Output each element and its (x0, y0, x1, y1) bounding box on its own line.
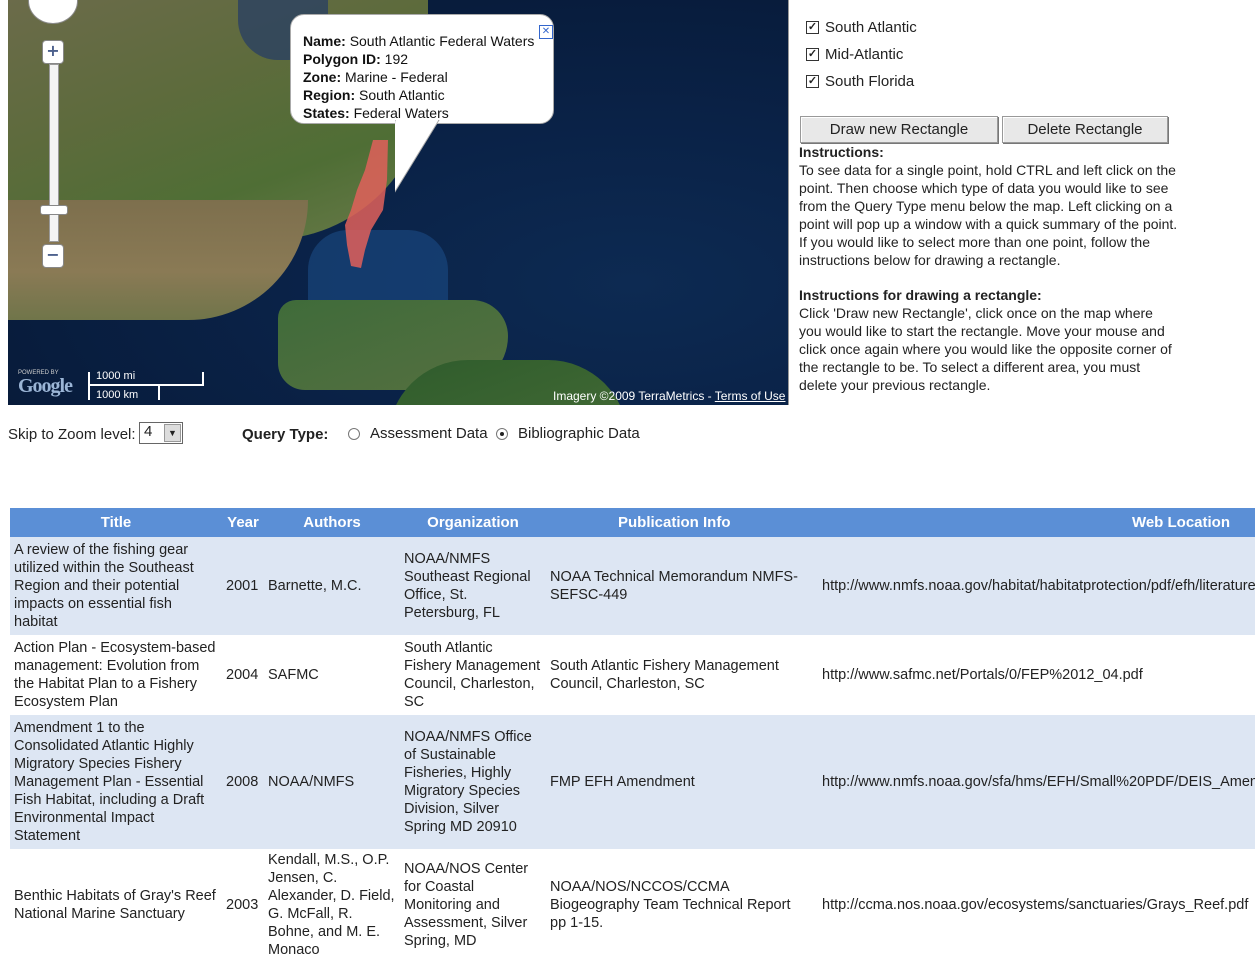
zoom-level-value: 4 (144, 423, 153, 440)
info-name: Name: South Atlantic Federal Waters (303, 33, 535, 49)
cell-title: Amendment 1 to the Consolidated Atlantic… (10, 715, 222, 849)
chevron-down-icon[interactable]: ▼ (164, 424, 181, 442)
delete-rectangle-button[interactable]: Delete Rectangle (1002, 116, 1168, 143)
cell-authors: Barnette, M.C. (264, 537, 400, 635)
cell-publication: FMP EFH Amendment (546, 715, 812, 849)
table-row: Benthic Habitats of Gray's Reef National… (10, 849, 1255, 961)
table-header-row: Title Year Authors Organization Publicat… (10, 508, 1255, 537)
info-polygon-id: Polygon ID: 192 (303, 51, 409, 67)
table-row: Action Plan - Ecosystem-based management… (10, 635, 1255, 715)
region-checkbox-south-florida[interactable]: ✓ South Florida (806, 68, 917, 95)
cell-authors: SAFMC (264, 635, 400, 715)
radio-bibliographic-data[interactable]: Bibliographic Data (496, 425, 640, 442)
region-checkboxes: ✓ South Atlantic ✓ Mid-Atlantic ✓ South Flo… (806, 14, 917, 95)
pan-control[interactable] (28, 0, 78, 24)
cell-web-location[interactable]: http://www.nmfs.noaa.gov/habitat/habitat… (812, 537, 1255, 635)
scale-km: 1000 km (96, 389, 139, 401)
results-table: Title Year Authors Organization Publicat… (10, 508, 1255, 961)
rectangle-instructions-heading: Instructions for drawing a rectangle: (799, 287, 1042, 303)
table-row: A review of the fishing gear utilized wi… (10, 537, 1255, 635)
instructions-heading: Instructions: (799, 144, 884, 160)
info-zone: Zone: Marine - Federal (303, 69, 448, 85)
instructions-panel: Instructions: To see data for a single p… (799, 143, 1179, 394)
zoom-control[interactable]: + − (28, 0, 78, 270)
radio-icon[interactable] (348, 427, 360, 440)
imagery-attribution: Imagery ©2009 TerraMetrics - Terms of Us… (553, 389, 785, 403)
cell-title: Action Plan - Ecosystem-based management… (10, 635, 222, 715)
column-header-title[interactable]: Title (10, 508, 222, 537)
map-info-window: Name: South Atlantic Federal Waters Poly… (290, 14, 554, 124)
checkbox-icon[interactable]: ✓ (806, 75, 819, 88)
cell-web-location[interactable]: http://www.safmc.net/Portals/0/FEP%2012_… (812, 635, 1255, 715)
scale-miles: 1000 mi (96, 370, 136, 382)
column-header-authors[interactable]: Authors (264, 508, 400, 537)
cell-year: 2001 (222, 537, 264, 635)
cell-publication: NOAA/NOS/NCCOS/CCMA Biogeography Team Te… (546, 849, 812, 961)
cell-publication: NOAA Technical Memorandum NMFS-SEFSC-449 (546, 537, 812, 635)
info-window-tail (395, 120, 440, 193)
zoom-slider-rail[interactable] (49, 64, 59, 242)
radio-selected-icon[interactable] (496, 427, 508, 440)
cell-year: 2003 (222, 849, 264, 961)
table-row: Amendment 1 to the Consolidated Atlantic… (10, 715, 1255, 849)
checkbox-icon[interactable]: ✓ (806, 48, 819, 61)
cell-year: 2008 (222, 715, 264, 849)
cell-title: A review of the fishing gear utilized wi… (10, 537, 222, 635)
cell-authors: Kendall, M.S., O.P. Jensen, C. Alexander… (264, 849, 400, 961)
cell-organization: NOAA/NOS Center for Coastal Monitoring a… (400, 849, 546, 961)
draw-rectangle-button[interactable]: Draw new Rectangle (800, 116, 998, 143)
instructions-body: To see data for a single point, hold CTR… (799, 162, 1178, 268)
zoom-level-label: Skip to Zoom level: (8, 426, 136, 443)
checkbox-icon[interactable]: ✓ (806, 21, 819, 34)
zoom-out-button[interactable]: − (42, 244, 64, 268)
cell-title: Benthic Habitats of Gray's Reef National… (10, 849, 222, 961)
info-region: Region: South Atlantic (303, 87, 445, 103)
column-header-organization[interactable]: Organization (400, 508, 546, 537)
region-checkbox-mid-atlantic[interactable]: ✓ Mid-Atlantic (806, 41, 917, 68)
cell-year: 2004 (222, 635, 264, 715)
rectangle-instructions-body: Click 'Draw new Rectangle', click once o… (799, 305, 1172, 393)
radio-assessment-data[interactable]: Assessment Data (348, 425, 488, 442)
selected-polygon[interactable] (343, 140, 393, 270)
column-header-year[interactable]: Year (222, 508, 264, 537)
cell-web-location[interactable]: http://ccma.nos.noaa.gov/ecosystems/sanc… (812, 849, 1255, 961)
terms-of-use-link[interactable]: Terms of Use (715, 389, 786, 403)
info-states: States: Federal Waters (303, 105, 449, 121)
imagery-text: Imagery ©2009 TerraMetrics - (553, 389, 715, 403)
cell-authors: NOAA/NMFS (264, 715, 400, 849)
cell-publication: South Atlantic Fishery Management Counci… (546, 635, 812, 715)
cell-organization: South Atlantic Fishery Management Counci… (400, 635, 546, 715)
query-type-label: Query Type: (242, 426, 329, 443)
cell-organization: NOAA/NMFS Southeast Regional Office, St.… (400, 537, 546, 635)
close-icon[interactable]: ✕ (539, 25, 553, 39)
cell-organization: NOAA/NMFS Office of Sustainable Fisherie… (400, 715, 546, 849)
google-logo[interactable]: Google (18, 375, 73, 398)
zoom-slider-handle[interactable] (40, 205, 68, 215)
map-scale: 1000 mi 1000 km (88, 370, 208, 404)
region-checkbox-south-atlantic[interactable]: ✓ South Atlantic (806, 14, 917, 41)
zoom-level-select[interactable]: 4 ▼ (139, 422, 183, 444)
column-header-publication-info[interactable]: Publication Info (546, 508, 812, 537)
zoom-in-button[interactable]: + (42, 40, 64, 64)
cell-web-location[interactable]: http://www.nmfs.noaa.gov/sfa/hms/EFH/Sma… (812, 715, 1255, 849)
column-header-web-location[interactable]: Web Location (812, 508, 1255, 537)
